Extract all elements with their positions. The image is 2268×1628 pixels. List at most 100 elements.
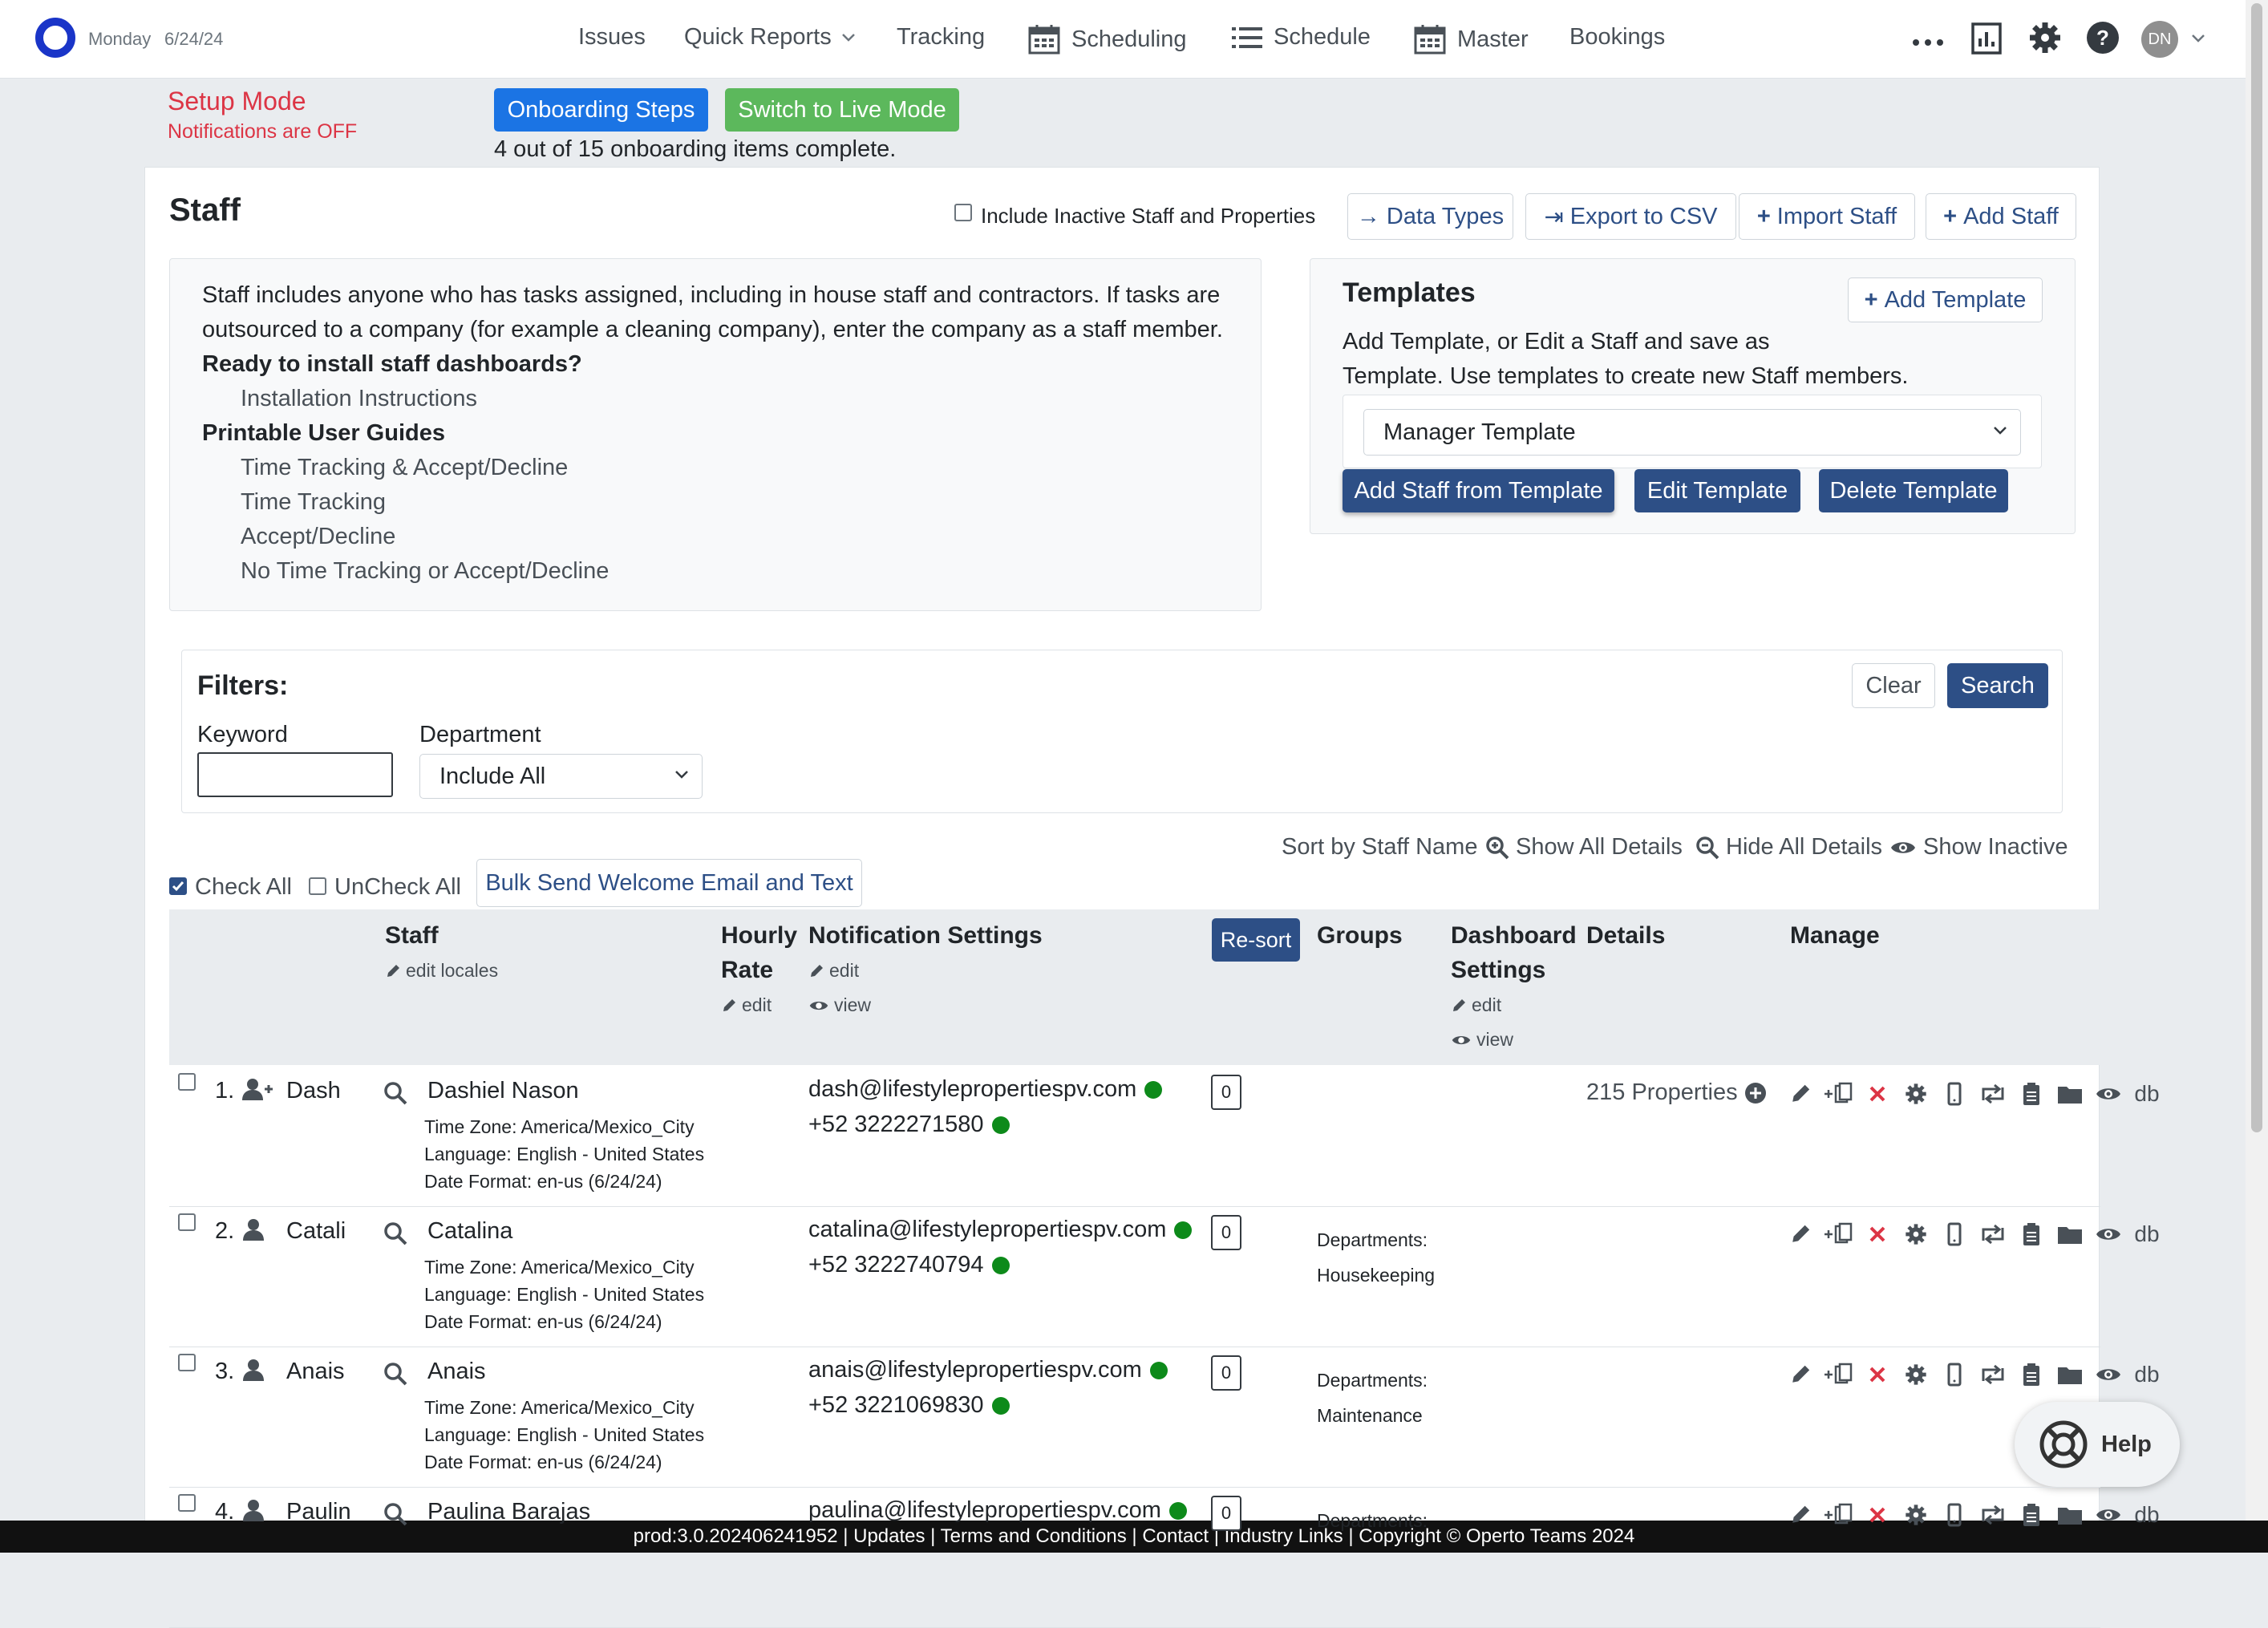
settings-gear-icon[interactable] [1897, 1218, 1935, 1250]
folder-icon[interactable] [2051, 1359, 2089, 1391]
folder-icon[interactable] [2051, 1078, 2089, 1110]
db-link[interactable]: db [2128, 1218, 2166, 1250]
staff-short-name[interactable]: Catali [286, 1218, 346, 1245]
keyword-input[interactable] [197, 752, 393, 797]
duplicate-icon[interactable] [1820, 1078, 1858, 1110]
duplicate-icon[interactable] [1820, 1499, 1858, 1531]
scrollbar-thumb[interactable] [2251, 3, 2262, 1132]
settings-gear-icon[interactable] [1897, 1078, 1935, 1110]
mobile-phone-icon[interactable] [1935, 1499, 1974, 1531]
check-all-checkbox[interactable] [169, 877, 187, 895]
staff-short-name[interactable]: Dash [286, 1078, 341, 1104]
delete-template-button[interactable]: Delete Template [1819, 469, 2008, 512]
db-link[interactable]: db [2128, 1359, 2166, 1391]
nav-schedule[interactable]: Schedule [1232, 24, 1371, 51]
properties-details-link[interactable]: 215 Properties [1586, 1079, 1767, 1106]
onboarding-steps-button[interactable]: Onboarding Steps [494, 88, 708, 132]
notification-edit-link[interactable]: edit [808, 960, 859, 982]
guide-link-accept-decline[interactable]: Accept/Decline [241, 524, 395, 550]
notification-view-link[interactable]: view [808, 994, 871, 1016]
mobile-phone-icon[interactable] [1935, 1218, 1974, 1250]
nav-master[interactable]: Master [1414, 24, 1529, 55]
guide-link-time-tracking[interactable]: Time Tracking [241, 489, 386, 516]
edit-pencil-icon[interactable] [1781, 1218, 1820, 1250]
folder-icon[interactable] [2051, 1499, 2089, 1531]
eye-icon[interactable] [2089, 1078, 2128, 1110]
switch-live-mode-button[interactable]: Switch to Live Mode [725, 88, 959, 132]
search-icon[interactable] [383, 1502, 407, 1530]
search-button[interactable]: Search [1947, 663, 2048, 708]
import-staff-button[interactable]: + Import Staff [1739, 193, 1915, 240]
eye-icon[interactable] [2089, 1499, 2128, 1531]
nav-issues[interactable]: Issues [578, 24, 646, 51]
clipboard-icon[interactable] [2012, 1499, 2051, 1531]
staff-short-name[interactable]: Paulin [286, 1499, 351, 1525]
retweet-icon[interactable] [1974, 1218, 2012, 1250]
retweet-icon[interactable] [1974, 1359, 2012, 1391]
db-link[interactable]: db [2128, 1078, 2166, 1110]
add-staff-from-template-button[interactable]: Add Staff from Template [1343, 469, 1614, 512]
search-icon[interactable] [383, 1081, 407, 1109]
search-icon[interactable] [383, 1362, 407, 1390]
resort-button[interactable]: Re-sort [1212, 918, 1300, 962]
delete-x-icon[interactable] [1858, 1359, 1897, 1391]
row-select-checkbox[interactable] [178, 1354, 196, 1371]
sort-order-input[interactable]: 0 [1211, 1075, 1241, 1110]
bulk-send-welcome-button[interactable]: Bulk Send Welcome Email and Text [476, 859, 862, 907]
db-link[interactable]: db [2128, 1499, 2166, 1531]
edit-locales-link[interactable]: edit locales [385, 960, 498, 982]
retweet-icon[interactable] [1974, 1078, 2012, 1110]
show-inactive-link[interactable]: Show Inactive [1889, 834, 2068, 861]
edit-pencil-icon[interactable] [1781, 1499, 1820, 1531]
check-all-label[interactable]: Check All [195, 874, 292, 901]
clipboard-icon[interactable] [2012, 1078, 2051, 1110]
data-types-button[interactable]: → Data Types [1347, 193, 1513, 240]
export-csv-button[interactable]: ⇥ Export to CSV [1525, 193, 1736, 240]
dashboard-view-link[interactable]: view [1451, 1029, 1513, 1051]
nav-scheduling[interactable]: Scheduling [1028, 24, 1187, 55]
include-inactive-checkbox[interactable] [954, 204, 972, 221]
guide-link-time-tracking-accept[interactable]: Time Tracking & Accept/Decline [241, 455, 568, 481]
clipboard-icon[interactable] [2012, 1359, 2051, 1391]
folder-icon[interactable] [2051, 1218, 2089, 1250]
settings-gear-icon[interactable] [1897, 1359, 1935, 1391]
sort-order-input[interactable]: 0 [1211, 1215, 1241, 1250]
delete-x-icon[interactable] [1858, 1078, 1897, 1110]
edit-pencil-icon[interactable] [1781, 1359, 1820, 1391]
uncheck-all-checkbox[interactable] [309, 877, 326, 895]
duplicate-icon[interactable] [1820, 1218, 1858, 1250]
nav-tracking[interactable]: Tracking [897, 24, 985, 51]
add-template-button[interactable]: + Add Template [1848, 277, 2043, 322]
report-chart-icon[interactable] [1971, 22, 2002, 55]
edit-pencil-icon[interactable] [1781, 1078, 1820, 1110]
plus-circle-icon[interactable] [1744, 1082, 1767, 1104]
eye-icon[interactable] [2089, 1218, 2128, 1250]
uncheck-all-label[interactable]: UnCheck All [334, 874, 461, 901]
staff-short-name[interactable]: Anais [286, 1359, 345, 1385]
chevron-down-icon[interactable] [2191, 34, 2205, 43]
app-logo[interactable] [35, 18, 75, 58]
dashboard-edit-link[interactable]: edit [1451, 994, 1501, 1016]
clipboard-icon[interactable] [2012, 1218, 2051, 1250]
user-avatar[interactable]: DN [2141, 21, 2178, 58]
delete-x-icon[interactable] [1858, 1499, 1897, 1531]
row-select-checkbox[interactable] [178, 1073, 196, 1091]
hourly-edit-link[interactable]: edit [721, 994, 772, 1016]
help-question-icon[interactable]: ? [2086, 21, 2120, 55]
duplicate-icon[interactable] [1820, 1359, 1858, 1391]
installation-instructions-link[interactable]: Installation Instructions [241, 386, 477, 412]
mobile-phone-icon[interactable] [1935, 1078, 1974, 1110]
retweet-icon[interactable] [1974, 1499, 2012, 1531]
nav-quick-reports[interactable]: Quick Reports [684, 24, 867, 51]
nav-bookings[interactable]: Bookings [1569, 24, 1665, 51]
mobile-phone-icon[interactable] [1935, 1359, 1974, 1391]
guide-link-no-time-tracking[interactable]: No Time Tracking or Accept/Decline [241, 558, 609, 585]
sort-order-input[interactable]: 0 [1211, 1355, 1241, 1391]
clear-filters-button[interactable]: Clear [1852, 663, 1935, 708]
sort-order-input[interactable]: 0 [1211, 1496, 1241, 1531]
more-icon[interactable] [1912, 38, 1944, 47]
row-select-checkbox[interactable] [178, 1213, 196, 1231]
page-scrollbar[interactable] [2246, 0, 2268, 1521]
settings-gear-icon[interactable] [2028, 21, 2062, 55]
template-select[interactable]: Manager Template [1363, 409, 2021, 456]
